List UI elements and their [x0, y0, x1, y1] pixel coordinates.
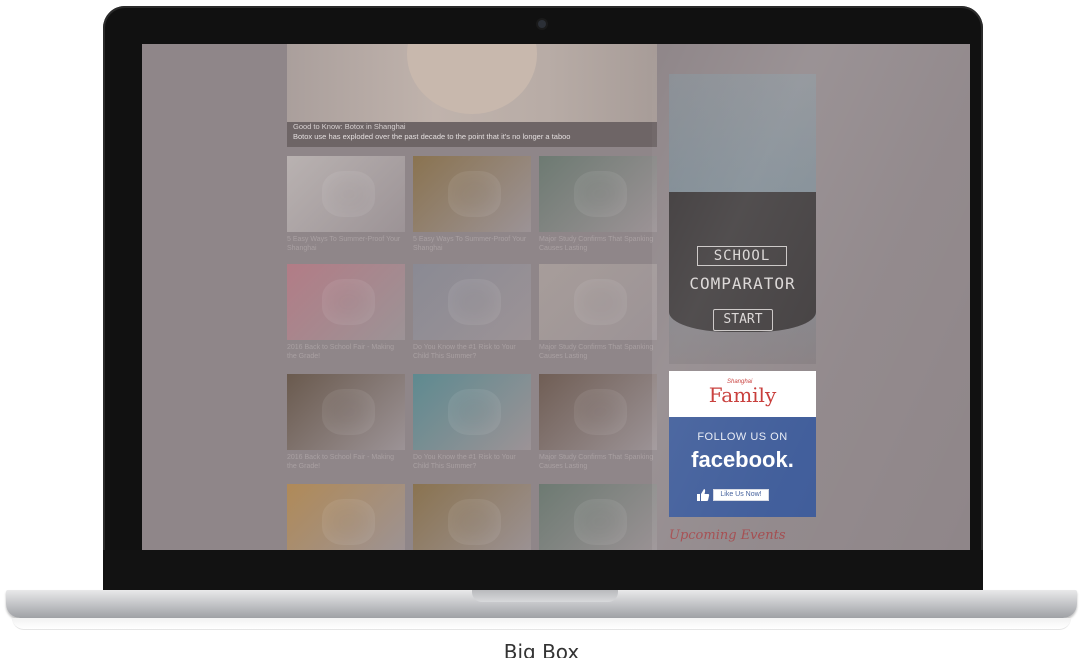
comparator-word: COMPARATOR: [689, 274, 796, 293]
article-thumbnail: [287, 484, 405, 550]
article-card[interactable]: 2016 Back to School Fair - Making the Gr…: [287, 374, 405, 471]
article-thumbnail: [413, 156, 531, 232]
article-caption: Do You Know the #1 Risk to Your Child Th…: [413, 454, 516, 470]
article-card[interactable]: Major Study Confirms That Spanking Cause…: [539, 264, 657, 361]
article-caption: 2016 Back to School Fair - Making the Gr…: [287, 344, 394, 360]
school-comparator-ad[interactable]: SCHOOL COMPARATOR START: [669, 74, 816, 364]
article-caption: 5 Easy Ways To Summer-Proof Your Shangha…: [287, 236, 401, 252]
article-caption: Do You Know the #1 Risk to Your Child Th…: [413, 344, 516, 360]
article-card[interactable]: Major Study Confirms That Spanking Cause…: [539, 156, 657, 253]
article-card[interactable]: 5 Easy Ways To Summer-Proof Your Shangha…: [413, 156, 531, 253]
facebook-logo: facebook.: [691, 447, 794, 472]
brand-header: Shanghai Family: [669, 371, 816, 417]
follow-text: FOLLOW US ON: [697, 431, 788, 443]
article-caption: Major Study Confirms That Spanking Cause…: [539, 454, 654, 470]
hero-title: Good to Know: Botox in Shanghai: [293, 122, 406, 131]
article-thumbnail: [287, 156, 405, 232]
article-card[interactable]: [539, 484, 657, 550]
laptop-notch: [472, 590, 618, 602]
article-card[interactable]: 5 Easy Ways To Summer-Proof Your Shangha…: [287, 156, 405, 253]
laptop-screen: Good to Know: Botox in Shanghai Botox us…: [142, 44, 970, 550]
mockup-caption: Big Box: [503, 640, 580, 658]
article-caption: 2016 Back to School Fair - Making the Gr…: [287, 454, 394, 470]
thumbs-up-icon: [697, 489, 710, 501]
school-word: SCHOOL: [697, 246, 787, 266]
start-button[interactable]: START: [713, 309, 773, 331]
article-caption: 5 Easy Ways To Summer-Proof Your Shangha…: [413, 236, 527, 252]
webcam-icon: [538, 20, 546, 28]
article-thumbnail: [413, 374, 531, 450]
hero-image: [407, 44, 537, 114]
article-card[interactable]: Do You Know the #1 Risk to Your Child Th…: [413, 374, 531, 471]
article-thumbnail: [539, 374, 657, 450]
article-thumbnail: [413, 484, 531, 550]
article-thumbnail: [539, 156, 657, 232]
article-column: Good to Know: Botox in Shanghai Botox us…: [287, 44, 657, 550]
brand-logo: Family: [708, 383, 777, 407]
upcoming-events-heading: Upcoming Events: [669, 528, 786, 543]
article-caption: Major Study Confirms That Spanking Cause…: [539, 236, 654, 252]
sidebar: SCHOOL COMPARATOR START Shanghai Family …: [669, 44, 816, 550]
article-thumbnail: [287, 374, 405, 450]
laptop-mockup: Good to Know: Botox in Shanghai Botox us…: [0, 0, 1083, 658]
article-card[interactable]: 2016 Back to School Fair - Making the Gr…: [287, 264, 405, 361]
like-button[interactable]: Like Us Now!: [713, 489, 769, 501]
hero-article[interactable]: Good to Know: Botox in Shanghai Botox us…: [287, 44, 657, 147]
article-thumbnail: [413, 264, 531, 340]
article-caption: Major Study Confirms That Spanking Cause…: [539, 344, 654, 360]
laptop-base-foot: [12, 618, 1071, 630]
article-card[interactable]: [413, 484, 531, 550]
article-thumbnail: [287, 264, 405, 340]
facebook-follow-ad[interactable]: Shanghai Family FOLLOW US ON facebook. L…: [669, 371, 816, 517]
article-thumbnail: [539, 264, 657, 340]
article-card[interactable]: [287, 484, 405, 550]
facebook-panel: FOLLOW US ON facebook. Like Us Now!: [669, 417, 816, 517]
article-thumbnail: [539, 484, 657, 550]
article-card[interactable]: Major Study Confirms That Spanking Cause…: [539, 374, 657, 471]
article-card[interactable]: Do You Know the #1 Risk to Your Child Th…: [413, 264, 531, 361]
hero-subtitle: Botox use has exploded over the past dec…: [293, 132, 571, 141]
screen-bezel-bottom: [103, 550, 983, 592]
